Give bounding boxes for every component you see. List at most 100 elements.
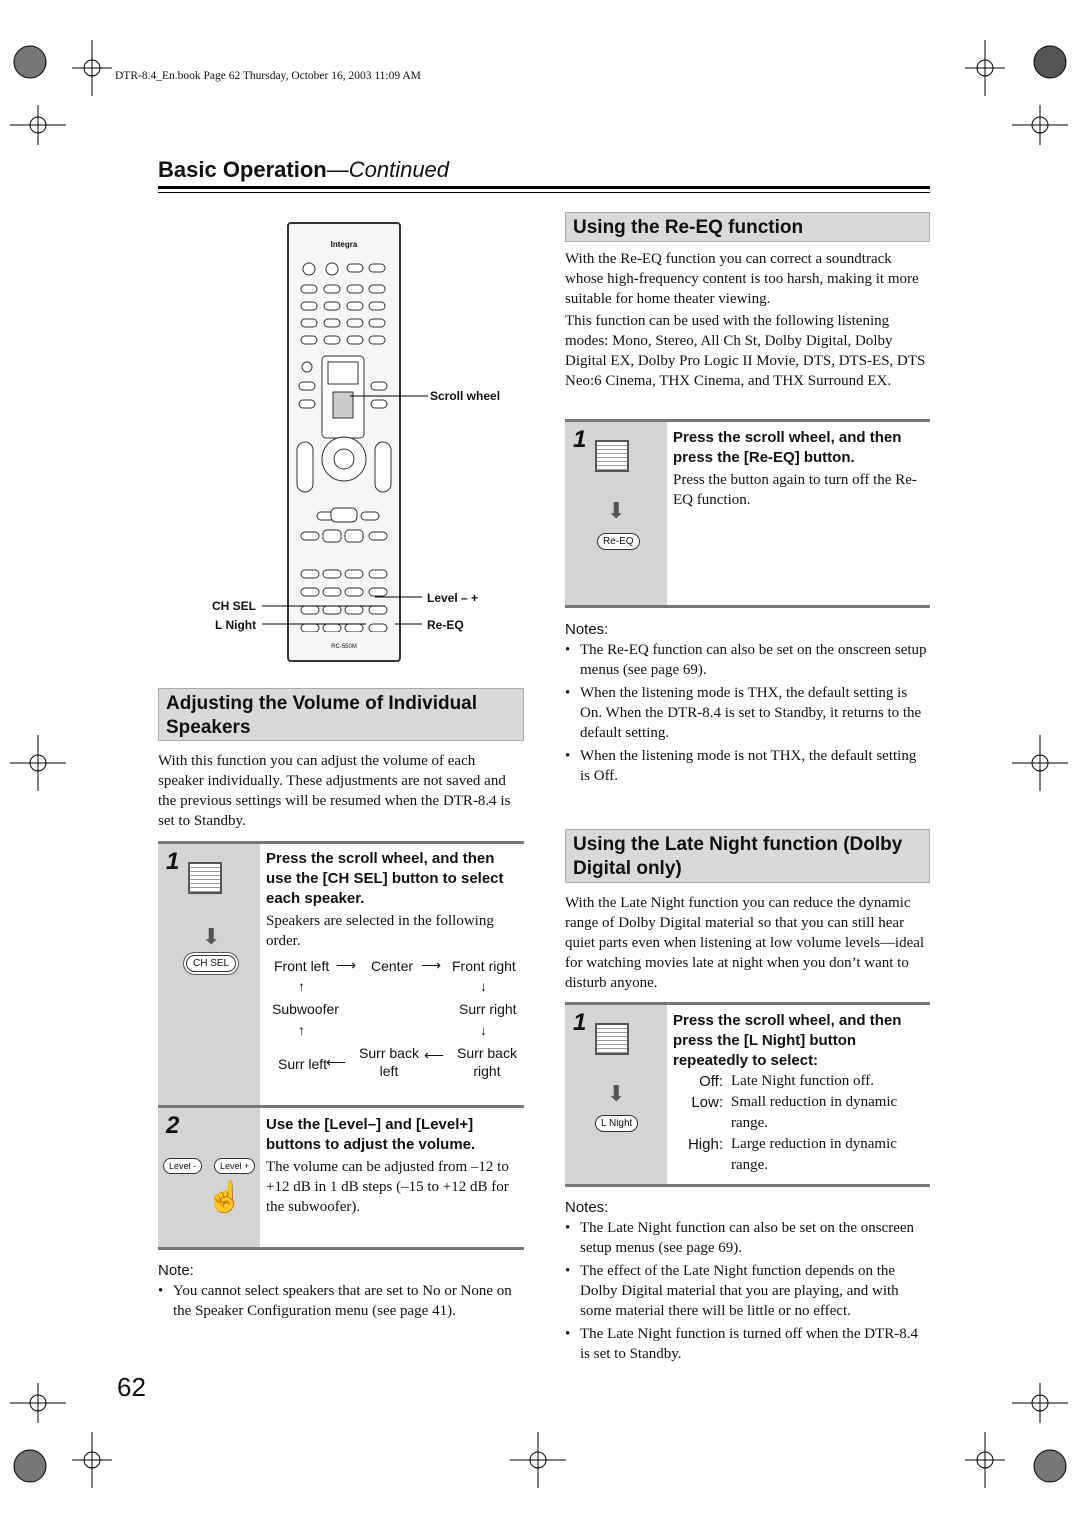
step-number: 1 xyxy=(166,848,180,875)
speaker-surr-right: Surr right xyxy=(459,1001,517,1017)
re-eq-button-icon: Re-EQ xyxy=(597,533,640,550)
step-number: 1 xyxy=(573,1009,587,1036)
crosshair-icon xyxy=(10,1383,66,1423)
ch-sel-button-icon: CH SEL xyxy=(186,955,237,972)
notes-heading: Note: xyxy=(158,1262,194,1279)
crosshair-icon xyxy=(72,40,112,96)
callout-re-eq: Re-EQ xyxy=(427,618,464,632)
option-key: Low: xyxy=(691,1094,723,1111)
option-high: High: Large reduction in dynamic range. xyxy=(673,1134,930,1176)
level-minus-button-icon: Level - xyxy=(163,1158,203,1174)
title-rule xyxy=(158,186,930,189)
arrow-left-icon: ⟵ xyxy=(326,1054,347,1070)
arrow-right-icon: ⟶ xyxy=(421,957,442,973)
reeq-paragraph-1: With the Re-EQ function you can correct … xyxy=(565,251,919,307)
step-text: The volume can be adjusted from –12 to +… xyxy=(266,1159,509,1215)
option-low: Low: Small reduction in dynamic range. xyxy=(673,1092,930,1134)
scroll-wheel-press-icon xyxy=(595,1023,629,1055)
option-desc: Small reduction in dynamic range. xyxy=(731,1094,898,1131)
callout-level: Level – + xyxy=(427,591,479,605)
reeq-paragraph-2: This function can be used with the follo… xyxy=(565,313,926,389)
volume-step-1: 1 ⬇ CH SEL Press the scroll wheel, and t… xyxy=(158,841,524,1107)
option-key: Off: xyxy=(699,1073,723,1090)
crosshair-icon xyxy=(965,1432,1005,1488)
step-text: Speakers are selected in the following o… xyxy=(266,913,494,949)
l-night-button-icon: L Night xyxy=(595,1115,639,1132)
scroll-wheel-press-icon xyxy=(595,440,629,472)
late-night-step-1: 1 ⬇ L Night Press the scroll wheel, and … xyxy=(565,1002,930,1187)
section-heading-reeq: Using the Re-EQ function xyxy=(565,212,930,242)
note-item: The Re-EQ function can also be set on th… xyxy=(565,640,930,680)
crosshair-icon xyxy=(1012,105,1068,145)
step-gutter: 1 ⬇ Re-EQ xyxy=(565,422,667,605)
step-gutter: 1 ⬇ CH SEL xyxy=(158,844,260,1107)
speaker-surr-back-left: Surr back left xyxy=(359,1045,419,1079)
volume-intro: With this function you can adjust the vo… xyxy=(158,753,511,829)
arrow-down-icon: ⬇ xyxy=(202,924,221,949)
speaker-surr-back-right: Surr back right xyxy=(457,1045,517,1079)
step-gutter: 2 Level - Level + ☝ xyxy=(158,1108,260,1247)
page-number: 62 xyxy=(117,1372,146,1402)
pointing-hand-icon: ☝ xyxy=(206,1181,244,1214)
note-item: The Late Night function can also be set … xyxy=(565,1218,930,1258)
crosshair-icon xyxy=(10,735,66,791)
arrow-down-icon: ↓ xyxy=(480,978,487,994)
section-heading-volume: Adjusting the Volume of Individual Speak… xyxy=(158,688,524,741)
late-night-notes: Notes: The Late Night function can also … xyxy=(565,1199,930,1367)
crosshair-icon xyxy=(1012,1383,1068,1423)
step-title: Press the scroll wheel, and then use the… xyxy=(266,850,504,907)
title-text: Basic Operation xyxy=(158,157,327,182)
option-desc: Late Night function off. xyxy=(731,1073,875,1089)
registration-starburst-icon xyxy=(13,1449,47,1483)
speaker-order-diagram: Front left ⟶ Center ⟶ Front right ↓ Surr… xyxy=(266,951,524,1081)
volume-notes: Note: You cannot select speakers that ar… xyxy=(158,1262,524,1324)
option-desc: Large reduction in dynamic range. xyxy=(731,1136,897,1173)
note-item: The effect of the Late Night function de… xyxy=(565,1261,930,1321)
arrow-up-icon: ↑ xyxy=(298,1022,305,1038)
crosshair-icon xyxy=(965,40,1005,96)
registration-starburst-icon xyxy=(13,45,47,79)
title-continued: —Continued xyxy=(326,157,450,182)
crosshair-icon xyxy=(10,105,66,145)
title-rule-thin xyxy=(158,192,930,193)
reeq-notes: Notes: The Re-EQ function can also be se… xyxy=(565,621,930,789)
option-off: Off: Late Night function off. xyxy=(673,1071,930,1092)
note-item: The Late Night function is turned off wh… xyxy=(565,1324,930,1364)
notes-heading: Notes: xyxy=(565,621,609,638)
crosshair-icon xyxy=(72,1432,112,1488)
registration-starburst-icon xyxy=(1033,1449,1067,1483)
reeq-step-1: 1 ⬇ Re-EQ Press the scroll wheel, and th… xyxy=(565,419,930,608)
arrow-right-icon: ⟶ xyxy=(336,957,357,973)
note-item: You cannot select speakers that are set … xyxy=(158,1281,524,1321)
step-title: Press the scroll wheel, and then press t… xyxy=(673,429,902,466)
speaker-front-left: Front left xyxy=(274,958,330,974)
step-number: 1 xyxy=(573,426,587,453)
registration-starburst-icon xyxy=(1033,45,1067,79)
section-heading-late-night: Using the Late Night function (Dolby Dig… xyxy=(565,829,930,883)
step-number: 2 xyxy=(166,1112,180,1139)
arrow-down-icon: ⬇ xyxy=(607,1081,626,1106)
callout-ch-sel: CH SEL xyxy=(212,599,257,613)
level-plus-button-icon: Level + xyxy=(214,1158,256,1174)
callout-l-night: L Night xyxy=(215,618,257,632)
speaker-center: Center xyxy=(371,958,414,974)
note-item: When the listening mode is not THX, the … xyxy=(565,746,930,786)
speaker-front-right: Front right xyxy=(452,958,516,974)
step-title: Use the [Level–] and [Level+] buttons to… xyxy=(266,1116,476,1153)
step-gutter: 1 ⬇ L Night xyxy=(565,1005,667,1184)
note-item: When the listening mode is THX, the defa… xyxy=(565,683,930,743)
option-key: High: xyxy=(687,1136,723,1153)
page-title: Basic Operation—Continued xyxy=(158,157,449,183)
scroll-wheel-press-icon xyxy=(188,862,222,894)
callout-scroll-wheel: Scroll wheel xyxy=(430,389,501,403)
arrow-down-icon: ↓ xyxy=(480,1022,487,1038)
book-line: DTR-8.4_En.book Page 62 Thursday, Octobe… xyxy=(115,70,421,82)
late-night-intro: With the Late Night function you can red… xyxy=(565,895,925,991)
step-text: Press the button again to turn off the R… xyxy=(673,472,917,508)
speaker-subwoofer: Subwoofer xyxy=(272,1001,339,1017)
remote-illustration: Integra RC-550M Scroll wheel CH SEL L Ni… xyxy=(160,222,520,667)
step-title: Press the scroll wheel, and then press t… xyxy=(673,1012,902,1069)
crosshair-icon xyxy=(1012,735,1068,791)
speaker-surr-left: Surr left xyxy=(278,1056,328,1072)
volume-step-2: 2 Level - Level + ☝ Use the [Level–] and… xyxy=(158,1105,524,1250)
